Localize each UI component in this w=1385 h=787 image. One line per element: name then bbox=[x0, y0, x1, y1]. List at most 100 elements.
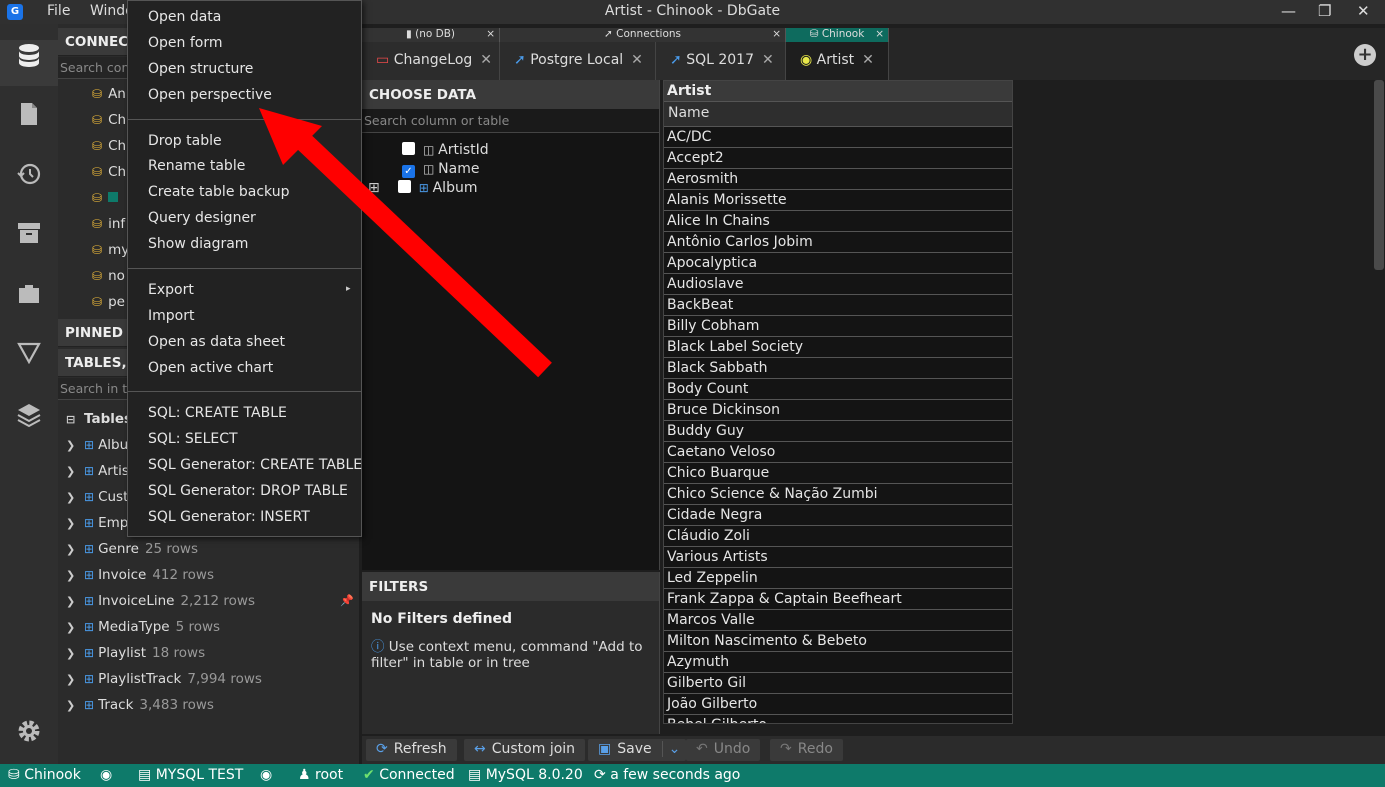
grid-cell[interactable]: João Gilberto bbox=[664, 694, 1012, 715]
menu-import[interactable]: Import bbox=[148, 308, 194, 324]
chevron-right-icon[interactable]: ❯ bbox=[66, 543, 84, 556]
table-item[interactable]: ❯ ⊞ PlaylistTrack 7,994 rows bbox=[66, 671, 262, 693]
menu-show-diagram[interactable]: Show diagram bbox=[148, 236, 248, 252]
close-icon[interactable]: ✕ bbox=[480, 52, 492, 68]
database-icon[interactable] bbox=[0, 40, 58, 86]
menu-sql-gen-insert[interactable]: SQL Generator: INSERT bbox=[148, 509, 310, 525]
chevron-right-icon[interactable]: ❯ bbox=[66, 647, 84, 660]
save-button[interactable]: ▣ Save ⌄ bbox=[588, 739, 687, 761]
connection-item[interactable]: ⛁ pe bbox=[92, 294, 125, 316]
chevron-right-icon[interactable]: ❯ bbox=[66, 439, 84, 452]
connection-item[interactable]: ⛁ my bbox=[92, 242, 129, 264]
minimize-icon[interactable]: — bbox=[1281, 2, 1296, 20]
grid-column-header[interactable]: Name bbox=[664, 102, 1012, 127]
history-icon[interactable] bbox=[14, 162, 44, 192]
restore-icon[interactable]: ❐ bbox=[1318, 2, 1331, 20]
settings-icon[interactable] bbox=[14, 718, 44, 748]
grid-cell[interactable]: Cláudio Zoli bbox=[664, 526, 1012, 547]
menu-rename-table[interactable]: Rename table bbox=[148, 158, 245, 174]
connection-item[interactable]: ⛁ An bbox=[92, 86, 126, 108]
filter-icon[interactable] bbox=[14, 342, 44, 372]
table-item[interactable]: ❯ ⊞ Artis bbox=[66, 463, 129, 485]
column-item-album[interactable]: ⊞ ⊞ Album bbox=[368, 180, 477, 196]
checkbox[interactable] bbox=[402, 142, 415, 155]
pin-icon[interactable]: 📌 bbox=[340, 594, 354, 607]
chevron-right-icon[interactable]: ❯ bbox=[66, 491, 84, 504]
archive-icon[interactable] bbox=[14, 222, 44, 252]
plugin-icon[interactable] bbox=[14, 282, 44, 312]
grid-cell[interactable]: Frank Zappa & Captain Beefheart bbox=[664, 589, 1012, 610]
grid-cell[interactable]: Milton Nascimento & Bebeto bbox=[664, 631, 1012, 652]
grid-cell[interactable]: Caetano Veloso bbox=[664, 442, 1012, 463]
grid-cell[interactable]: Accept2 bbox=[664, 148, 1012, 169]
chevron-right-icon[interactable]: ❯ bbox=[66, 621, 84, 634]
table-item[interactable]: ❯ ⊞ Invoice 412 rows bbox=[66, 567, 214, 589]
table-item[interactable]: ❯ ⊞ Albu bbox=[66, 437, 128, 459]
menu-open-data[interactable]: Open data bbox=[148, 9, 221, 25]
connection-item[interactable]: ⛁ Ch bbox=[92, 138, 126, 160]
column-search-input[interactable]: Search column or table bbox=[362, 109, 659, 133]
chevron-down-icon[interactable]: ⌄ bbox=[661, 741, 681, 757]
layers-icon[interactable] bbox=[14, 402, 44, 432]
grid-cell[interactable]: BackBeat bbox=[664, 295, 1012, 316]
tables-group[interactable]: ⊟ Tables bbox=[66, 411, 132, 433]
tab-sql-2017[interactable]: ➚ SQL 2017 ✕ bbox=[656, 42, 786, 80]
table-item[interactable]: ❯ ⊞ Playlist 18 rows bbox=[66, 645, 205, 667]
tab-changelog[interactable]: ▭ ChangeLog ✕ bbox=[362, 42, 500, 80]
grid-cell[interactable]: Apocalyptica bbox=[664, 253, 1012, 274]
chevron-right-icon[interactable]: ❯ bbox=[66, 517, 84, 530]
grid-cell[interactable]: Black Label Society bbox=[664, 337, 1012, 358]
grid-cell[interactable]: Alanis Morissette bbox=[664, 190, 1012, 211]
add-tab-button[interactable]: + bbox=[1354, 44, 1376, 66]
close-icon[interactable]: ✕ bbox=[631, 52, 643, 68]
collapse-icon[interactable]: ⊟ bbox=[66, 413, 84, 426]
menu-sql-create-table[interactable]: SQL: CREATE TABLE bbox=[148, 405, 287, 421]
expand-icon[interactable]: ⊞ bbox=[368, 180, 380, 196]
table-item[interactable]: ❯ ⊞ Emp bbox=[66, 515, 128, 537]
grid-cell[interactable]: Azymuth bbox=[664, 652, 1012, 673]
close-icon[interactable]: × bbox=[486, 28, 495, 41]
table-item[interactable]: ❯ ⊞ Cust bbox=[66, 489, 128, 511]
menu-open-perspective[interactable]: Open perspective bbox=[148, 87, 272, 103]
connection-item[interactable]: ⛁ Ch bbox=[92, 164, 126, 186]
menu-query-designer[interactable]: Query designer bbox=[148, 210, 256, 226]
scrollbar[interactable] bbox=[1374, 80, 1384, 270]
tab-postgre-local[interactable]: ➚ Postgre Local ✕ bbox=[500, 42, 656, 80]
table-item[interactable]: ❯ ⊞ InvoiceLine 2,212 rows bbox=[66, 593, 255, 615]
menu-export[interactable]: Export bbox=[148, 282, 194, 298]
close-icon[interactable]: ✕ bbox=[862, 52, 874, 68]
table-item[interactable]: ❯ ⊞ Track 3,483 rows bbox=[66, 697, 214, 719]
table-item[interactable]: ❯ ⊞ MediaType 5 rows bbox=[66, 619, 220, 641]
grid-cell[interactable]: Led Zeppelin bbox=[664, 568, 1012, 589]
menu-sql-gen-drop-table[interactable]: SQL Generator: DROP TABLE bbox=[148, 483, 348, 499]
grid-cell[interactable]: Antônio Carlos Jobim bbox=[664, 232, 1012, 253]
close-icon[interactable]: ✕ bbox=[762, 52, 774, 68]
checkbox[interactable] bbox=[397, 180, 411, 193]
chevron-right-icon[interactable]: ❯ bbox=[66, 569, 84, 582]
chevron-right-icon[interactable]: ❯ bbox=[66, 699, 84, 712]
column-item-artistid[interactable]: ◫ ArtistId bbox=[402, 142, 489, 158]
grid-cell[interactable]: Alice In Chains bbox=[664, 211, 1012, 232]
menu-sql-gen-create-table[interactable]: SQL Generator: CREATE TABLE bbox=[148, 457, 362, 473]
redo-button[interactable]: ↷ Redo bbox=[770, 739, 843, 761]
custom-join-button[interactable]: ↔ Custom join bbox=[464, 739, 586, 761]
file-icon[interactable] bbox=[14, 102, 44, 132]
grid-cell[interactable]: Chico Science & Nação Zumbi bbox=[664, 484, 1012, 505]
palette-icon[interactable]: ◉ bbox=[260, 767, 272, 783]
tab-artist[interactable]: ◉ Artist ✕ bbox=[786, 42, 889, 80]
menu-open-as-data-sheet[interactable]: Open as data sheet bbox=[148, 334, 285, 350]
menu-create-table-backup[interactable]: Create table backup bbox=[148, 184, 289, 200]
grid-cell[interactable]: Cidade Negra bbox=[664, 505, 1012, 526]
grid-cell[interactable]: Marcos Valle bbox=[664, 610, 1012, 631]
menu-open-structure[interactable]: Open structure bbox=[148, 61, 253, 77]
grid-cell[interactable]: Buddy Guy bbox=[664, 421, 1012, 442]
refresh-button[interactable]: ⟳ Refresh bbox=[366, 739, 457, 761]
palette-icon[interactable]: ◉ bbox=[100, 767, 112, 783]
grid-cell[interactable]: Billy Cobham bbox=[664, 316, 1012, 337]
table-item[interactable]: ❯ ⊞ Genre 25 rows bbox=[66, 541, 198, 563]
grid-cell[interactable]: Audioslave bbox=[664, 274, 1012, 295]
close-icon[interactable]: × bbox=[875, 28, 884, 41]
chevron-right-icon[interactable]: ❯ bbox=[66, 673, 84, 686]
column-item-name[interactable]: ✓ ◫ Name bbox=[402, 161, 479, 178]
status-connection[interactable]: ▤ MYSQL TEST bbox=[138, 767, 243, 783]
